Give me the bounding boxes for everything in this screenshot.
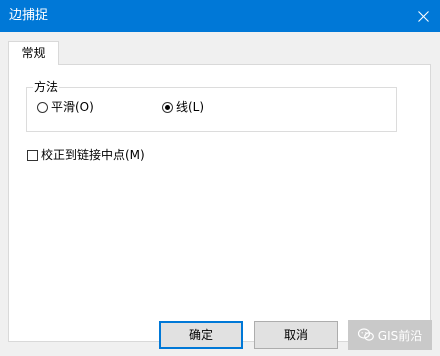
ok-button[interactable]: 确定 (159, 321, 243, 349)
close-icon (417, 10, 429, 22)
dialog-client-area: 常规 方法 平滑(O) 线(L) 校正到链接中点(M) 确定 取消 GIS前沿 (0, 32, 440, 356)
window-title: 边捕捉 (9, 8, 49, 23)
tab-general[interactable]: 常规 (8, 41, 59, 65)
snap-midpoint-checkbox[interactable]: 校正到链接中点(M) (27, 148, 145, 162)
watermark-badge: GIS前沿 (348, 320, 432, 350)
radio-smooth[interactable]: 平滑(O) (37, 100, 94, 114)
title-bar: 边捕捉 (0, 0, 440, 32)
snap-midpoint-checkbox-box[interactable] (27, 149, 38, 161)
cancel-button[interactable]: 取消 (254, 321, 338, 349)
radio-selected-dot (165, 104, 170, 110)
close-button[interactable] (406, 0, 440, 32)
radio-smooth-indicator[interactable] (37, 101, 48, 113)
radio-line-indicator[interactable] (162, 101, 173, 113)
radio-line[interactable]: 线(L) (162, 100, 204, 114)
method-group-legend: 方法 (33, 79, 60, 95)
watermark-text: GIS前沿 (377, 328, 423, 343)
wechat-icon (357, 328, 374, 341)
radio-line-label: 线(L) (176, 100, 205, 114)
radio-smooth-label: 平滑(O) (51, 100, 94, 114)
snap-midpoint-label: 校正到链接中点(M) (41, 148, 145, 162)
